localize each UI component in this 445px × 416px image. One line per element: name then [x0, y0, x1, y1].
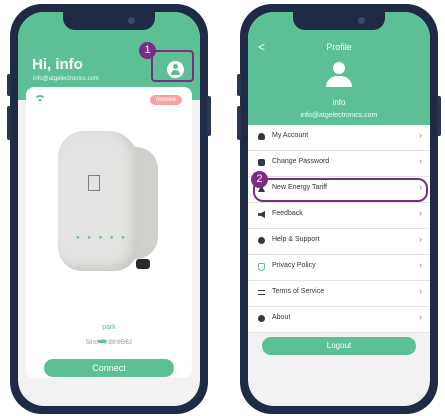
speaker-icon — [258, 211, 265, 218]
chevron-right-icon: › — [419, 260, 422, 270]
user-email: info@atgelectronics.com — [33, 76, 99, 82]
menu-item-privacy-policy[interactable]: Privacy Policy › — [248, 255, 430, 281]
profile-menu: My Account › Change Password › New Energy … — [248, 125, 430, 333]
phone-left: Hi, info info@atgelectronics.com 1 remov… — [7, 4, 211, 414]
profile-screen: < Profile info info@atgelectronics.com M… — [248, 12, 430, 406]
wifi-icon — [34, 95, 46, 105]
help-icon — [258, 237, 265, 244]
menu-item-about[interactable]: About › — [248, 307, 430, 333]
chevron-right-icon: › — [419, 286, 422, 296]
chevron-right-icon: › — [419, 234, 422, 244]
page-dot[interactable] — [117, 340, 121, 343]
menu-item-my-account[interactable]: My Account › — [248, 125, 430, 151]
home-screen: Hi, info info@atgelectronics.com 1 remov… — [18, 12, 200, 406]
highlight-box-tariff — [253, 178, 428, 202]
user-icon — [258, 133, 265, 140]
user-name: info — [332, 98, 346, 107]
info-icon — [258, 315, 265, 322]
chevron-right-icon: › — [419, 130, 422, 140]
page-dot[interactable] — [107, 340, 111, 343]
chevron-right-icon: › — [419, 312, 422, 322]
remove-button[interactable]: remove — [149, 95, 182, 105]
phone-right: < Profile info info@atgelectronics.com M… — [237, 4, 441, 414]
notch — [293, 12, 385, 30]
greeting: Hi, info — [32, 56, 83, 73]
menu-item-feedback[interactable]: Feedback › — [248, 203, 430, 229]
shield-icon — [258, 263, 265, 271]
logout-button[interactable]: Logout — [262, 337, 416, 355]
chevron-right-icon: › — [419, 208, 422, 218]
list-icon — [258, 290, 265, 295]
page-dot-active[interactable] — [97, 340, 106, 343]
page-dot[interactable] — [112, 340, 116, 343]
menu-item-help-support[interactable]: Help & Support › — [248, 229, 430, 255]
step-badge-2: 2 — [251, 171, 268, 188]
connect-button[interactable]: Connect — [44, 359, 174, 377]
charger-card: remove ● ● ● ● ● park 58:cf:79:20:05:62 … — [26, 87, 192, 378]
menu-item-change-password[interactable]: Change Password › — [248, 151, 430, 177]
lock-icon — [258, 159, 265, 166]
notch — [63, 12, 155, 30]
charger-image: ● ● ● ● ● — [52, 127, 160, 277]
page-dot[interactable] — [92, 340, 96, 343]
menu-item-terms-of-service[interactable]: Terms of Service › — [248, 281, 430, 307]
page-title: Profile — [326, 42, 352, 52]
pagination-dots[interactable] — [26, 330, 192, 348]
user-avatar-icon — [326, 62, 352, 88]
highlight-box-profile — [151, 50, 194, 82]
user-email: info@atgelectronics.com — [300, 112, 378, 119]
chevron-right-icon: › — [419, 156, 422, 166]
page-dot[interactable] — [122, 340, 126, 343]
step-badge-1: 1 — [139, 42, 156, 59]
